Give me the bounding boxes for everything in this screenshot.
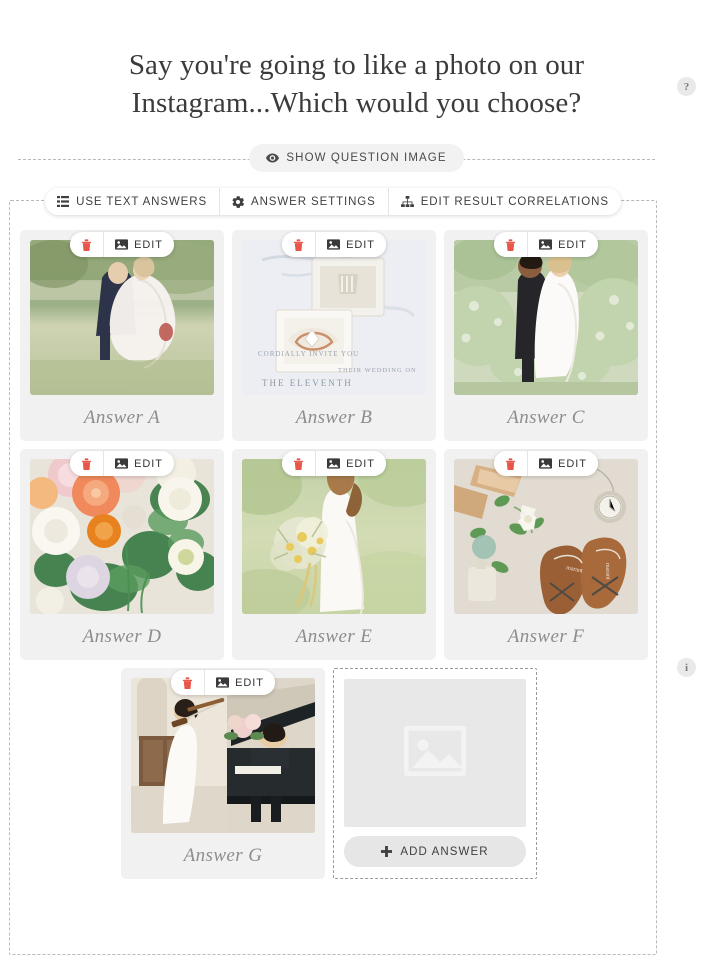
- plus-icon: [381, 846, 393, 857]
- answer-card[interactable]: EDIT: [121, 668, 325, 879]
- show-question-image-button[interactable]: SHOW QUESTION IMAGE: [249, 143, 464, 172]
- svg-text:THEIR WEDDING ON: THEIR WEDDING ON: [338, 367, 417, 374]
- edit-answer-label: EDIT: [134, 457, 163, 470]
- answer-label: Answer B: [295, 407, 373, 428]
- sitemap-icon: [400, 196, 414, 207]
- answer-label: Answer C: [507, 407, 585, 428]
- answers-grid: EDIT Answer A EDIT CORDIALLY INVITE YOU …: [20, 230, 648, 879]
- edit-answer-button[interactable]: EDIT: [204, 670, 275, 695]
- delete-answer-button[interactable]: [171, 670, 205, 695]
- image-icon: [115, 239, 129, 250]
- answer-card[interactable]: EDIT: [20, 449, 224, 660]
- answer-image[interactable]: [454, 240, 638, 395]
- help-icon[interactable]: ?: [677, 77, 696, 96]
- question-image-divider: SHOW QUESTION IMAGE: [0, 143, 713, 174]
- answer-image[interactable]: [30, 240, 214, 395]
- question-editor-page: Say you're going to like a photo on our …: [0, 0, 713, 963]
- edit-answer-label: EDIT: [558, 457, 587, 470]
- answers-toolbar: USE TEXT ANSWERS ANSWER SETTINGS EDIT RE…: [45, 188, 621, 215]
- edit-answer-label: EDIT: [346, 238, 375, 251]
- image-icon: [115, 458, 129, 469]
- trash-icon: [505, 238, 516, 251]
- svg-text:CORDIALLY INVITE YOU: CORDIALLY INVITE YOU: [258, 350, 359, 358]
- edit-result-correlations-label: EDIT RESULT CORRELATIONS: [420, 195, 609, 208]
- list-icon: [57, 196, 70, 207]
- edit-answer-button[interactable]: EDIT: [103, 451, 174, 476]
- answer-image[interactable]: [131, 678, 315, 833]
- answer-image[interactable]: [242, 459, 426, 614]
- edit-answer-button[interactable]: EDIT: [527, 232, 598, 257]
- trash-icon: [81, 238, 92, 251]
- answer-label: Answer G: [183, 845, 263, 866]
- use-text-answers-button[interactable]: USE TEXT ANSWERS: [45, 188, 220, 215]
- trash-icon: [505, 457, 516, 470]
- answer-card[interactable]: EDIT: [232, 449, 436, 660]
- edit-answer-label: EDIT: [346, 457, 375, 470]
- answer-image[interactable]: CORDIALLY INVITE YOU THEIR WEDDING ON TH…: [242, 240, 426, 395]
- use-text-answers-label: USE TEXT ANSWERS: [76, 195, 208, 208]
- answer-label: Answer E: [295, 626, 373, 647]
- answers-container: USE TEXT ANSWERS ANSWER SETTINGS EDIT RE…: [9, 188, 657, 955]
- add-answer-button[interactable]: ADD ANSWER: [344, 836, 526, 867]
- delete-answer-button[interactable]: [70, 451, 104, 476]
- answer-settings-label: ANSWER SETTINGS: [251, 195, 376, 208]
- eye-icon: [266, 153, 280, 163]
- trash-icon: [293, 457, 304, 470]
- answer-card[interactable]: EDIT: [20, 230, 224, 441]
- answer-card[interactable]: EDIT: [232, 230, 436, 441]
- svg-text:marant: marant: [604, 563, 611, 580]
- delete-answer-button[interactable]: [494, 451, 528, 476]
- answer-card[interactable]: EDIT: [444, 449, 648, 660]
- add-answer-card[interactable]: ADD ANSWER: [333, 668, 537, 879]
- answer-settings-button[interactable]: ANSWER SETTINGS: [219, 188, 388, 215]
- trash-icon: [81, 457, 92, 470]
- edit-answer-label: EDIT: [134, 238, 163, 251]
- edit-answer-button[interactable]: EDIT: [103, 232, 174, 257]
- edit-answer-button[interactable]: EDIT: [527, 451, 598, 476]
- answer-label: Answer A: [83, 407, 161, 428]
- edit-result-correlations-button[interactable]: EDIT RESULT CORRELATIONS: [387, 188, 621, 215]
- edit-answer-label: EDIT: [558, 238, 587, 251]
- add-answer-label: ADD ANSWER: [400, 845, 489, 858]
- info-icon[interactable]: i: [677, 658, 696, 677]
- gear-icon: [232, 195, 245, 208]
- delete-answer-button[interactable]: [282, 451, 316, 476]
- answer-image[interactable]: marant marant: [454, 459, 638, 614]
- trash-icon: [293, 238, 304, 251]
- delete-answer-button[interactable]: [494, 232, 528, 257]
- show-question-image-label: SHOW QUESTION IMAGE: [286, 151, 447, 164]
- answer-image[interactable]: [30, 459, 214, 614]
- image-icon: [327, 239, 341, 250]
- image-placeholder: [344, 679, 526, 827]
- delete-answer-button[interactable]: [282, 232, 316, 257]
- edit-answer-button[interactable]: EDIT: [315, 232, 386, 257]
- edit-answer-label: EDIT: [235, 676, 264, 689]
- image-icon: [216, 677, 230, 688]
- image-icon: [539, 239, 553, 250]
- answer-label: Answer F: [507, 626, 585, 647]
- page-title: Say you're going to like a photo on our …: [128, 49, 585, 120]
- delete-answer-button[interactable]: [70, 232, 104, 257]
- edit-answer-button[interactable]: EDIT: [315, 451, 386, 476]
- answer-label: Answer D: [82, 626, 162, 647]
- image-placeholder-icon: [403, 725, 467, 781]
- image-icon: [327, 458, 341, 469]
- trash-icon: [182, 676, 193, 689]
- image-icon: [539, 458, 553, 469]
- svg-text:THE ELEVENTH: THE ELEVENTH: [262, 378, 353, 388]
- answer-card[interactable]: EDIT: [444, 230, 648, 441]
